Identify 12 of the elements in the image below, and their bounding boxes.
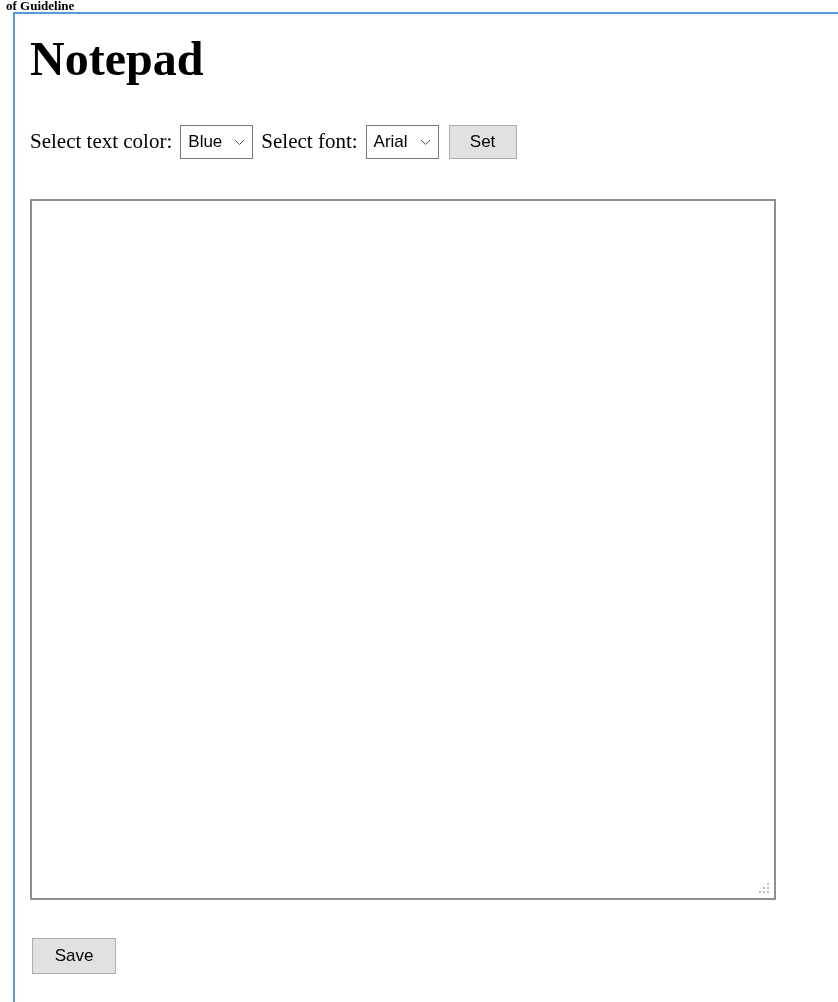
text-editor[interactable] (30, 199, 776, 900)
font-label: Select font: (261, 128, 358, 156)
page-title: Notepad (30, 32, 205, 86)
text-color-label: Select text color: (30, 128, 173, 156)
save-button[interactable]: Save (32, 938, 116, 974)
text-color-select[interactable]: Blue (180, 125, 254, 159)
page-caption: of Guideline (5, 0, 76, 11)
chevron-down-icon (419, 138, 431, 146)
font-select[interactable]: Arial (365, 125, 439, 159)
resize-grip-icon (759, 883, 770, 894)
set-button[interactable]: Set (448, 125, 517, 159)
chevron-down-icon (234, 138, 246, 146)
